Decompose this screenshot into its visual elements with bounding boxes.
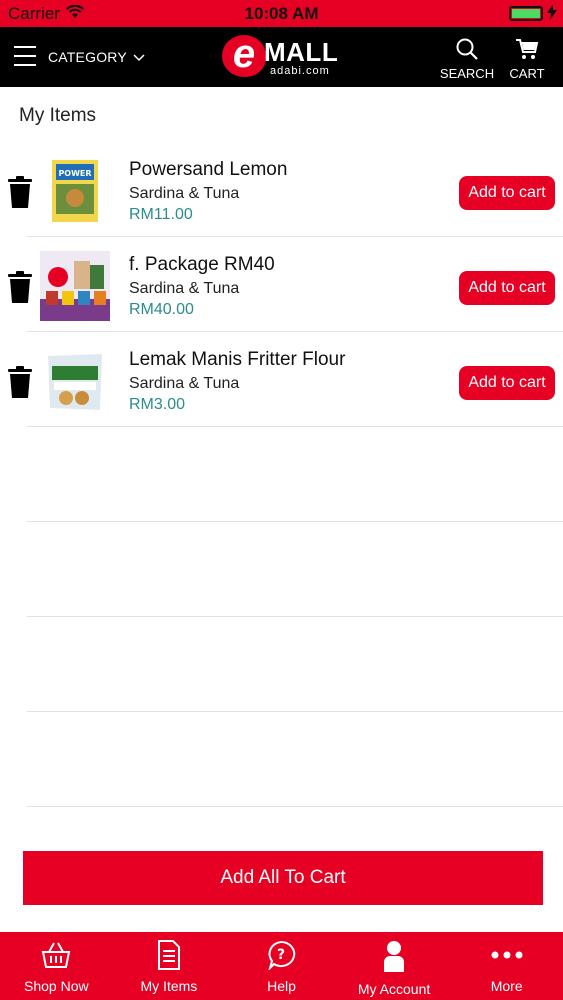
product-image[interactable]: POWER: [40, 156, 110, 226]
search-label: SEARCH: [439, 66, 495, 81]
item-name: f. Package RM40: [129, 254, 275, 275]
list-item: POWER Powersand Lemon Sardina & Tuna RM1…: [0, 142, 563, 237]
item-name: Powersand Lemon: [129, 159, 288, 180]
chevron-down-icon: [133, 49, 145, 65]
logo-mall: MALL: [264, 37, 339, 67]
add-all-to-cart-button[interactable]: Add All To Cart: [23, 851, 543, 905]
item-category: Sardina & Tuna: [129, 185, 240, 202]
help-icon: ?: [225, 940, 338, 972]
tab-label: More: [490, 978, 523, 994]
list-item: Lemak Manis Fritter Flour Sardina & Tuna…: [0, 332, 563, 427]
add-to-cart-button[interactable]: Add to cart: [459, 176, 555, 210]
logo-domain: adabi.com: [270, 65, 330, 77]
search-button[interactable]: SEARCH: [438, 37, 496, 81]
clock: 10:08 AM: [244, 4, 319, 23]
tab-my-items[interactable]: My Items: [113, 932, 226, 1000]
tab-my-account[interactable]: My Account: [338, 932, 451, 1000]
basket-icon: [0, 940, 113, 972]
cart-button[interactable]: CART: [505, 37, 549, 81]
document-icon: [113, 940, 226, 972]
item-price: RM11.00: [129, 206, 193, 223]
charging-icon: [547, 4, 557, 25]
svg-text:POWER: POWER: [58, 169, 91, 178]
item-price: RM3.00: [129, 396, 186, 413]
menu-icon[interactable]: [14, 46, 36, 66]
item-category: Sardina & Tuna: [129, 280, 240, 297]
empty-row-divider: [27, 616, 563, 617]
empty-row-divider: [27, 521, 563, 522]
app-header: CATEGORY e MALL adabi.com SEARCH CART: [0, 27, 563, 87]
tab-bar: Shop Now My Items ? Help My Account More: [0, 932, 563, 1000]
item-name: Lemak Manis Fritter Flour: [129, 349, 346, 370]
tab-shop-now[interactable]: Shop Now: [0, 932, 113, 1000]
tab-help[interactable]: ? Help: [225, 932, 338, 1000]
tab-label: My Items: [140, 978, 198, 994]
page-title: My Items: [19, 105, 97, 126]
product-image[interactable]: [40, 251, 110, 321]
tab-more[interactable]: More: [450, 932, 563, 1000]
list-item: f. Package RM40 Sardina & Tuna RM40.00 A…: [0, 237, 563, 332]
tab-label: Shop Now: [24, 978, 89, 994]
add-to-cart-button[interactable]: Add to cart: [459, 271, 555, 305]
tab-label: Help: [267, 978, 296, 994]
empty-row-divider: [27, 711, 563, 712]
search-icon: [455, 38, 479, 64]
more-icon: [450, 940, 563, 972]
add-to-cart-button[interactable]: Add to cart: [459, 366, 555, 400]
tab-label: My Account: [357, 981, 431, 997]
cart-label: CART: [509, 66, 545, 81]
emall-logo[interactable]: e MALL adabi.com: [222, 34, 342, 81]
trash-icon[interactable]: [8, 176, 32, 213]
category-dropdown[interactable]: CATEGORY: [48, 49, 145, 65]
divider: [27, 426, 563, 427]
item-category: Sardina & Tuna: [129, 375, 240, 392]
cart-icon: [515, 39, 539, 64]
logo-e: e: [222, 34, 266, 77]
item-price: RM40.00: [129, 301, 194, 318]
empty-row-divider: [27, 806, 563, 807]
trash-icon[interactable]: [8, 366, 32, 403]
category-label: CATEGORY: [48, 49, 127, 65]
svg-text:?: ?: [277, 947, 285, 963]
user-icon: [338, 940, 451, 972]
trash-icon[interactable]: [8, 271, 32, 308]
status-bar: Carrier 10:08 AM: [0, 0, 563, 27]
battery-icon: [509, 6, 543, 21]
product-image[interactable]: [40, 346, 110, 416]
